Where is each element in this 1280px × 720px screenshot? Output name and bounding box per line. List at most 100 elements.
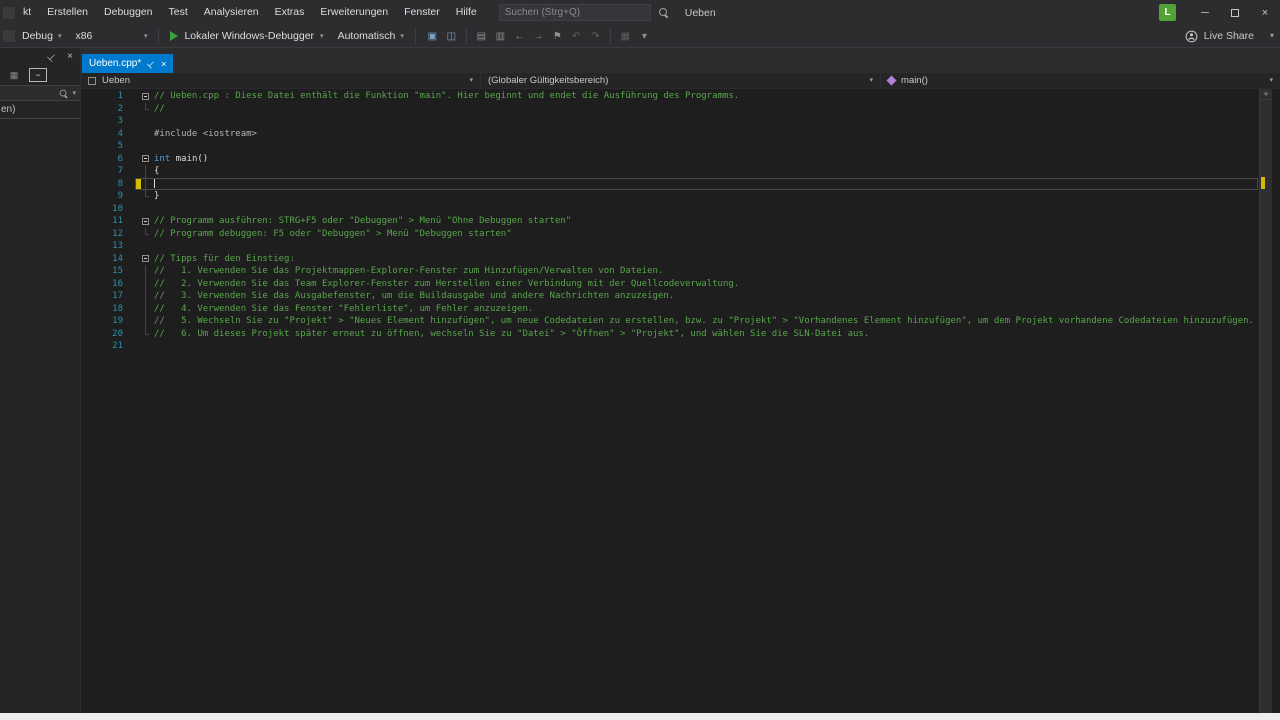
menu-item-test[interactable]: Test	[161, 0, 196, 25]
fold-margin[interactable]	[141, 253, 150, 266]
code-line[interactable]: 1 // Ueben.cpp : Diese Datei enthält die …	[81, 90, 1259, 103]
panel-search-input[interactable]	[25, 88, 56, 98]
line-number: 7	[117, 166, 123, 176]
code-line[interactable]: 7{	[81, 165, 1259, 178]
fold-margin	[141, 203, 150, 216]
collapse-region-icon[interactable]	[142, 92, 149, 100]
auto-dropdown[interactable]: Automatisch ▾	[331, 27, 411, 46]
code-line[interactable]: 14 // Tipps für den Einstieg:	[81, 253, 1259, 266]
minimize-button[interactable]: ─	[1190, 0, 1220, 25]
previous-bookmark-icon[interactable]: ↶	[568, 31, 585, 42]
menu-item-fenster[interactable]: Fenster	[396, 0, 448, 25]
code-line[interactable]: 3	[81, 115, 1259, 128]
outline-guide	[145, 290, 146, 303]
tab-ueben-cpp[interactable]: Ueben.cpp* ⊣ ×	[82, 54, 174, 73]
member-dropdown[interactable]: main() ▾	[881, 73, 1280, 88]
bookmark-icon[interactable]: ⚑	[549, 31, 566, 42]
code-line[interactable]: 18 // 4. Verwenden Sie das Fenster "Fehle…	[81, 302, 1259, 315]
code-line[interactable]: 21	[81, 340, 1259, 353]
code-line[interactable]: 20 // 6. Um dieses Projekt später erneut …	[81, 327, 1259, 341]
collapse-region-icon[interactable]	[142, 155, 149, 162]
modified-line-marker	[1261, 177, 1265, 189]
menu-item-erstellen[interactable]: Erstellen	[39, 0, 96, 25]
search-icon[interactable]	[658, 7, 669, 18]
pin-icon[interactable]: ⊣	[45, 50, 59, 64]
close-icon[interactable]: ×	[67, 51, 73, 62]
restore-button[interactable]	[1220, 0, 1250, 25]
code-line[interactable]: 4 #include <iostream>	[81, 128, 1259, 141]
live-share-label[interactable]: Live Share	[1204, 30, 1254, 42]
editor-split-handle[interactable]: +	[1260, 89, 1272, 100]
panel-toolbar-button[interactable]: ▦	[5, 68, 23, 82]
project-dropdown[interactable]: Ueben ▾	[81, 73, 481, 88]
code-line[interactable]: 16 // 2. Verwenden Sie das Team Explorer-…	[81, 277, 1259, 291]
account-avatar[interactable]: L	[1159, 4, 1176, 21]
code-line[interactable]: 19 // 5. Wechseln Sie zu "Projekt" > "Neu…	[81, 315, 1259, 328]
code-line[interactable]: 13	[81, 240, 1259, 253]
fold-margin	[141, 177, 150, 190]
fold-margin[interactable]	[141, 215, 150, 228]
solution-config-dropdown[interactable]: Debug ▾	[15, 27, 68, 46]
fold-margin[interactable]	[141, 90, 150, 103]
panel-toolbar-button-active[interactable]: −	[29, 68, 47, 82]
close-icon[interactable]: ×	[161, 59, 166, 69]
search-input[interactable]	[504, 7, 645, 18]
code-text: // 1. Verwenden Sie das Projektmappen-Ex…	[154, 265, 663, 278]
code-line[interactable]: 6 int main()	[81, 153, 1259, 166]
chevron-down-icon[interactable]: ▾	[72, 90, 76, 97]
increase-indent-icon[interactable]: →	[530, 31, 547, 42]
menu-item-hilfe[interactable]: Hilfe	[448, 0, 485, 25]
close-button[interactable]: ×	[1250, 0, 1280, 25]
toolbar-overflow-icon[interactable]: ▾	[1270, 32, 1274, 40]
code-line[interactable]: 5	[81, 140, 1259, 153]
process-selector-icon[interactable]: ▣	[424, 31, 441, 42]
code-editor[interactable]: 1 // Ueben.cpp : Diese Datei enthält die …	[81, 89, 1280, 713]
menu-item-analysieren[interactable]: Analysieren	[196, 0, 267, 25]
code-line[interactable]: 10	[81, 203, 1259, 216]
toolbar-separator	[158, 29, 160, 43]
start-debugging-button[interactable]: Lokaler Windows-Debugger ▾	[163, 27, 330, 46]
code-line[interactable]: 2 //	[81, 102, 1259, 116]
comment-lines-icon[interactable]: ▤	[473, 31, 490, 42]
navigation-bar: Ueben ▾ (Globaler Gültigkeitsbereich) ▾ …	[81, 73, 1280, 89]
menu-item-extras[interactable]: Extras	[267, 0, 313, 25]
collapse-region-icon[interactable]	[142, 217, 149, 225]
chevron-down-icon: ▾	[869, 77, 873, 84]
code-token: // Programm ausführen: STRG+F5 oder "Deb…	[154, 216, 572, 226]
vertical-scrollbar[interactable]: +	[1259, 89, 1272, 713]
code-line[interactable]: 9}	[81, 190, 1259, 203]
snapshot-icon[interactable]: ◫	[443, 31, 460, 42]
pin-icon[interactable]: ⊣	[145, 57, 158, 71]
code-line[interactable]: 11 // Programm ausführen: STRG+F5 oder "D…	[81, 215, 1259, 228]
code-text	[154, 178, 155, 191]
platform-value: x86	[75, 30, 93, 42]
platform-dropdown[interactable]: x86 ▾	[68, 27, 154, 46]
menu-item-erweiterungen[interactable]: Erweiterungen	[312, 0, 396, 25]
code-line[interactable]: 12 // Programm debuggen: F5 oder "Debugge…	[81, 227, 1259, 241]
code-line[interactable]: 17 // 3. Verwenden Sie das Ausgabefenster…	[81, 290, 1259, 303]
panel-search-box[interactable]: ▾	[0, 85, 80, 101]
code-text: // 2. Verwenden Sie das Team Explorer-Fe…	[154, 278, 739, 291]
decrease-indent-icon[interactable]: ←	[511, 31, 528, 42]
menu-item-kt[interactable]: kt	[15, 0, 39, 25]
fold-margin[interactable]	[141, 153, 150, 166]
code-text: int main()	[154, 153, 208, 166]
toolbar-separator	[465, 29, 467, 43]
document-area: Ueben.cpp* ⊣ × Ueben ▾ (Globaler Gültigk…	[81, 48, 1280, 713]
toolbar-separator	[609, 29, 611, 43]
search-box[interactable]	[498, 4, 651, 21]
outline-guide	[145, 315, 146, 328]
collapse-region-icon[interactable]	[142, 255, 149, 262]
fold-margin	[141, 190, 150, 203]
menu-item-debuggen[interactable]: Debuggen	[96, 0, 160, 25]
bookmark-window-icon[interactable]: ▦	[617, 31, 634, 42]
code-text: // Programm ausführen: STRG+F5 oder "Deb…	[154, 215, 571, 228]
next-bookmark-icon[interactable]: ↷	[587, 31, 604, 42]
panel-header: ⊣ ×	[0, 48, 80, 65]
code-line[interactable]: 15 // 1. Verwenden Sie das Projektmappen-…	[81, 265, 1259, 278]
uncomment-lines-icon[interactable]: ▥	[492, 31, 509, 42]
code-text: // 6. Um dieses Projekt später erneut zu…	[154, 328, 869, 341]
toolbar-options-chevron-icon[interactable]: ▾	[636, 31, 653, 42]
scope-dropdown[interactable]: (Globaler Gültigkeitsbereich) ▾	[481, 73, 881, 88]
code-line[interactable]: 8	[81, 177, 1259, 191]
